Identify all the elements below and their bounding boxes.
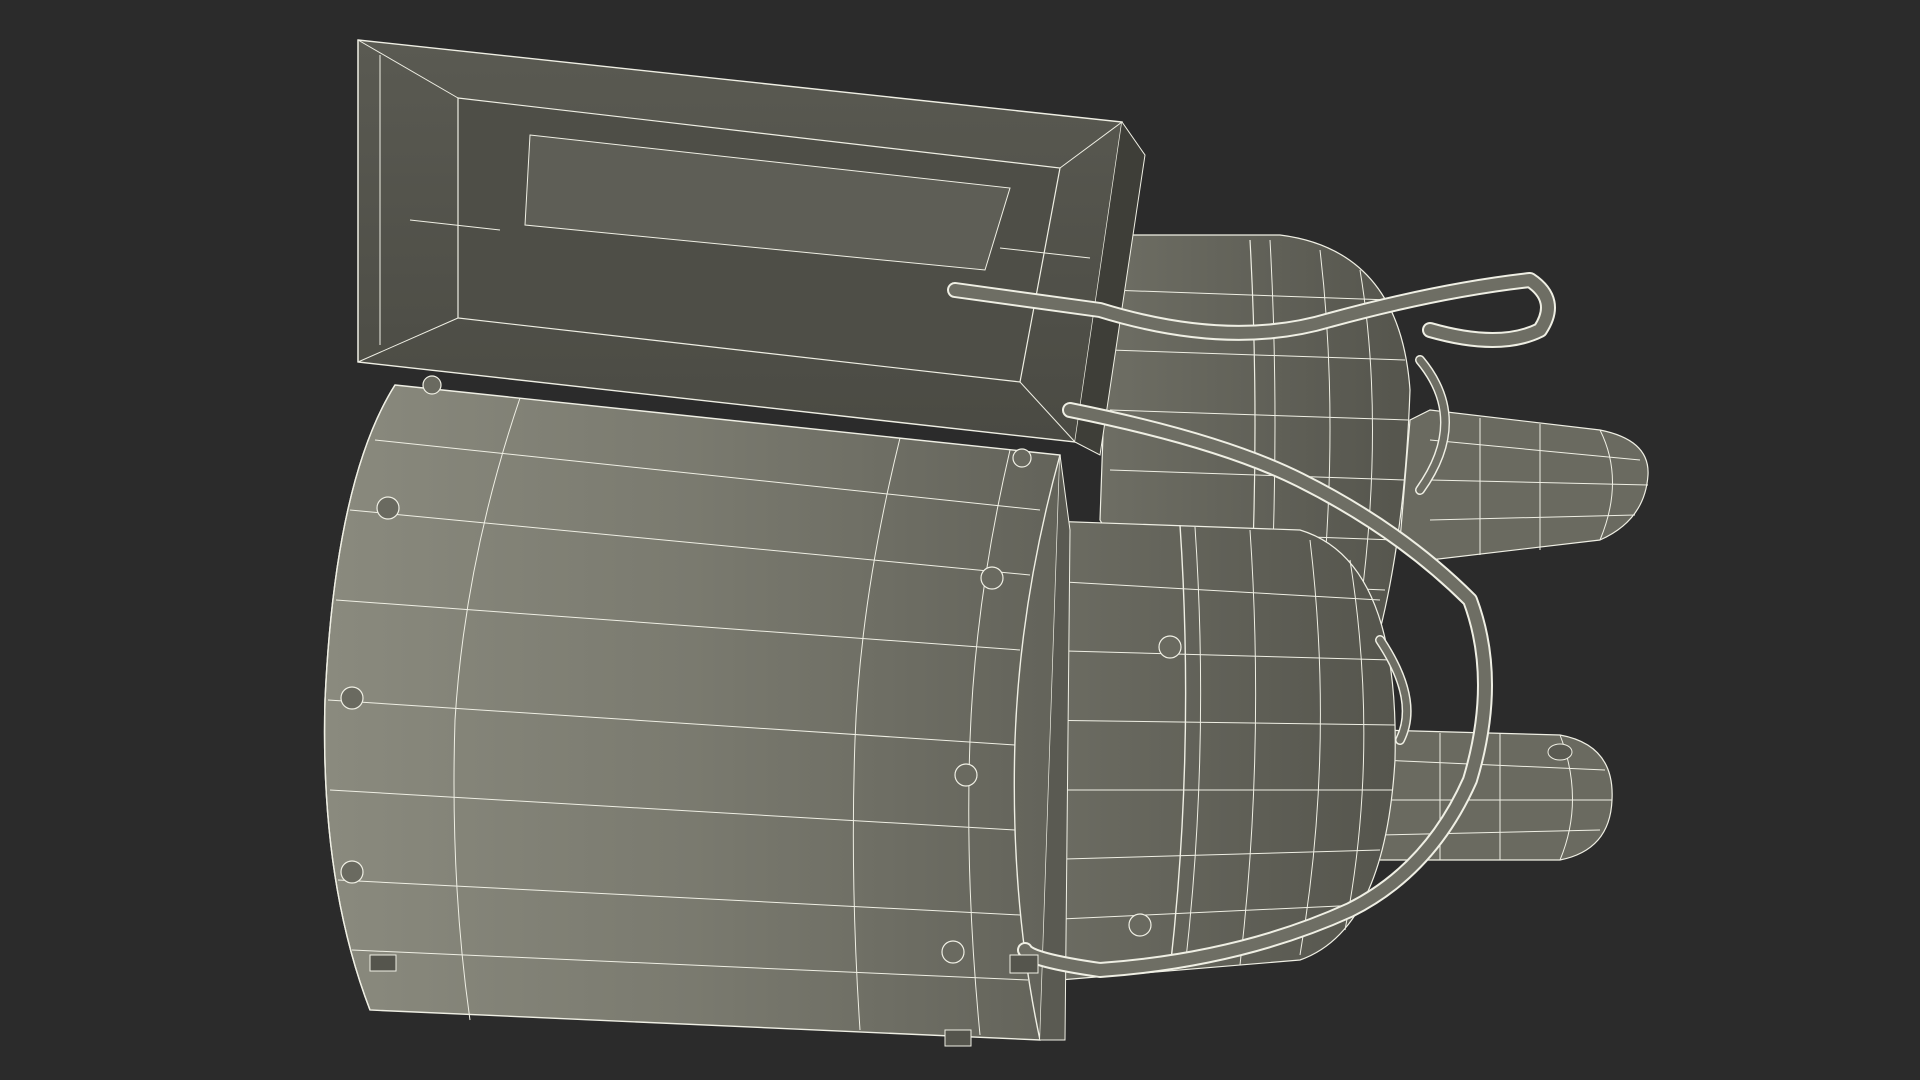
render-viewport — [0, 0, 1920, 1080]
wireframe-render — [0, 0, 1920, 1080]
